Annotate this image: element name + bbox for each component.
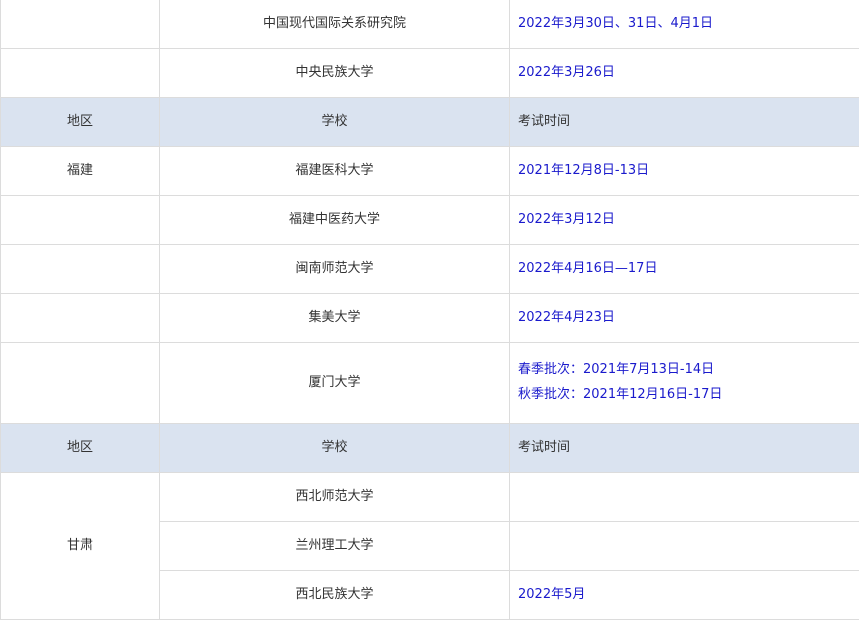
exam-schedule-table: 中国现代国际关系研究院 2022年3月30日、31日、4月1日 中央民族大学 2…: [0, 0, 859, 620]
school-cell: 福建医科大学: [160, 146, 510, 195]
table-row: 集美大学 2022年4月23日: [1, 293, 859, 342]
exam-time-cell: 2022年4月23日: [510, 293, 859, 342]
school-cell: 厦门大学: [160, 342, 510, 423]
region-cell-empty: [1, 342, 160, 423]
exam-time-cell: 2022年3月26日: [510, 48, 859, 97]
header-school: 学校: [160, 423, 510, 472]
school-cell: 兰州理工大学: [160, 521, 510, 570]
table-row: 中国现代国际关系研究院 2022年3月30日、31日、4月1日: [1, 0, 859, 48]
school-cell: 闽南师范大学: [160, 244, 510, 293]
table-row: 厦门大学 春季批次：2021年7月13日-14日 秋季批次：2021年12月16…: [1, 342, 859, 423]
exam-time-cell-multiline: 春季批次：2021年7月13日-14日 秋季批次：2021年12月16日-17日: [510, 342, 859, 423]
header-exam-time: 考试时间: [510, 97, 859, 146]
school-cell: 西北民族大学: [160, 570, 510, 619]
header-region: 地区: [1, 423, 160, 472]
region-cell-empty: [1, 48, 160, 97]
school-cell: 中央民族大学: [160, 48, 510, 97]
region-cell: 甘肃: [1, 472, 160, 619]
header-exam-time: 考试时间: [510, 423, 859, 472]
school-cell: 中国现代国际关系研究院: [160, 0, 510, 48]
exam-time-autumn: 秋季批次：2021年12月16日-17日: [518, 386, 859, 404]
region-cell-empty: [1, 195, 160, 244]
exam-time-cell: [510, 521, 859, 570]
header-region: 地区: [1, 97, 160, 146]
exam-time-cell: 2021年12月8日-13日: [510, 146, 859, 195]
table-row: 福建中医药大学 2022年3月12日: [1, 195, 859, 244]
region-cell-empty: [1, 293, 160, 342]
school-cell: 集美大学: [160, 293, 510, 342]
region-cell: 福建: [1, 146, 160, 195]
header-school: 学校: [160, 97, 510, 146]
region-cell-empty: [1, 244, 160, 293]
school-cell: 福建中医药大学: [160, 195, 510, 244]
table-row: 中央民族大学 2022年3月26日: [1, 48, 859, 97]
table-row: 甘肃 西北师范大学: [1, 472, 859, 521]
exam-time-spring: 春季批次：2021年7月13日-14日: [518, 361, 859, 379]
table-row: 闽南师范大学 2022年4月16日—17日: [1, 244, 859, 293]
exam-time-cell: 2022年3月30日、31日、4月1日: [510, 0, 859, 48]
school-cell: 西北师范大学: [160, 472, 510, 521]
exam-time-cell: 2022年4月16日—17日: [510, 244, 859, 293]
table-header-row: 地区 学校 考试时间: [1, 97, 859, 146]
exam-time-cell: [510, 472, 859, 521]
table-header-row: 地区 学校 考试时间: [1, 423, 859, 472]
exam-time-cell: 2022年3月12日: [510, 195, 859, 244]
exam-time-cell: 2022年5月: [510, 570, 859, 619]
region-cell-empty: [1, 0, 160, 48]
table-row: 福建 福建医科大学 2021年12月8日-13日: [1, 146, 859, 195]
